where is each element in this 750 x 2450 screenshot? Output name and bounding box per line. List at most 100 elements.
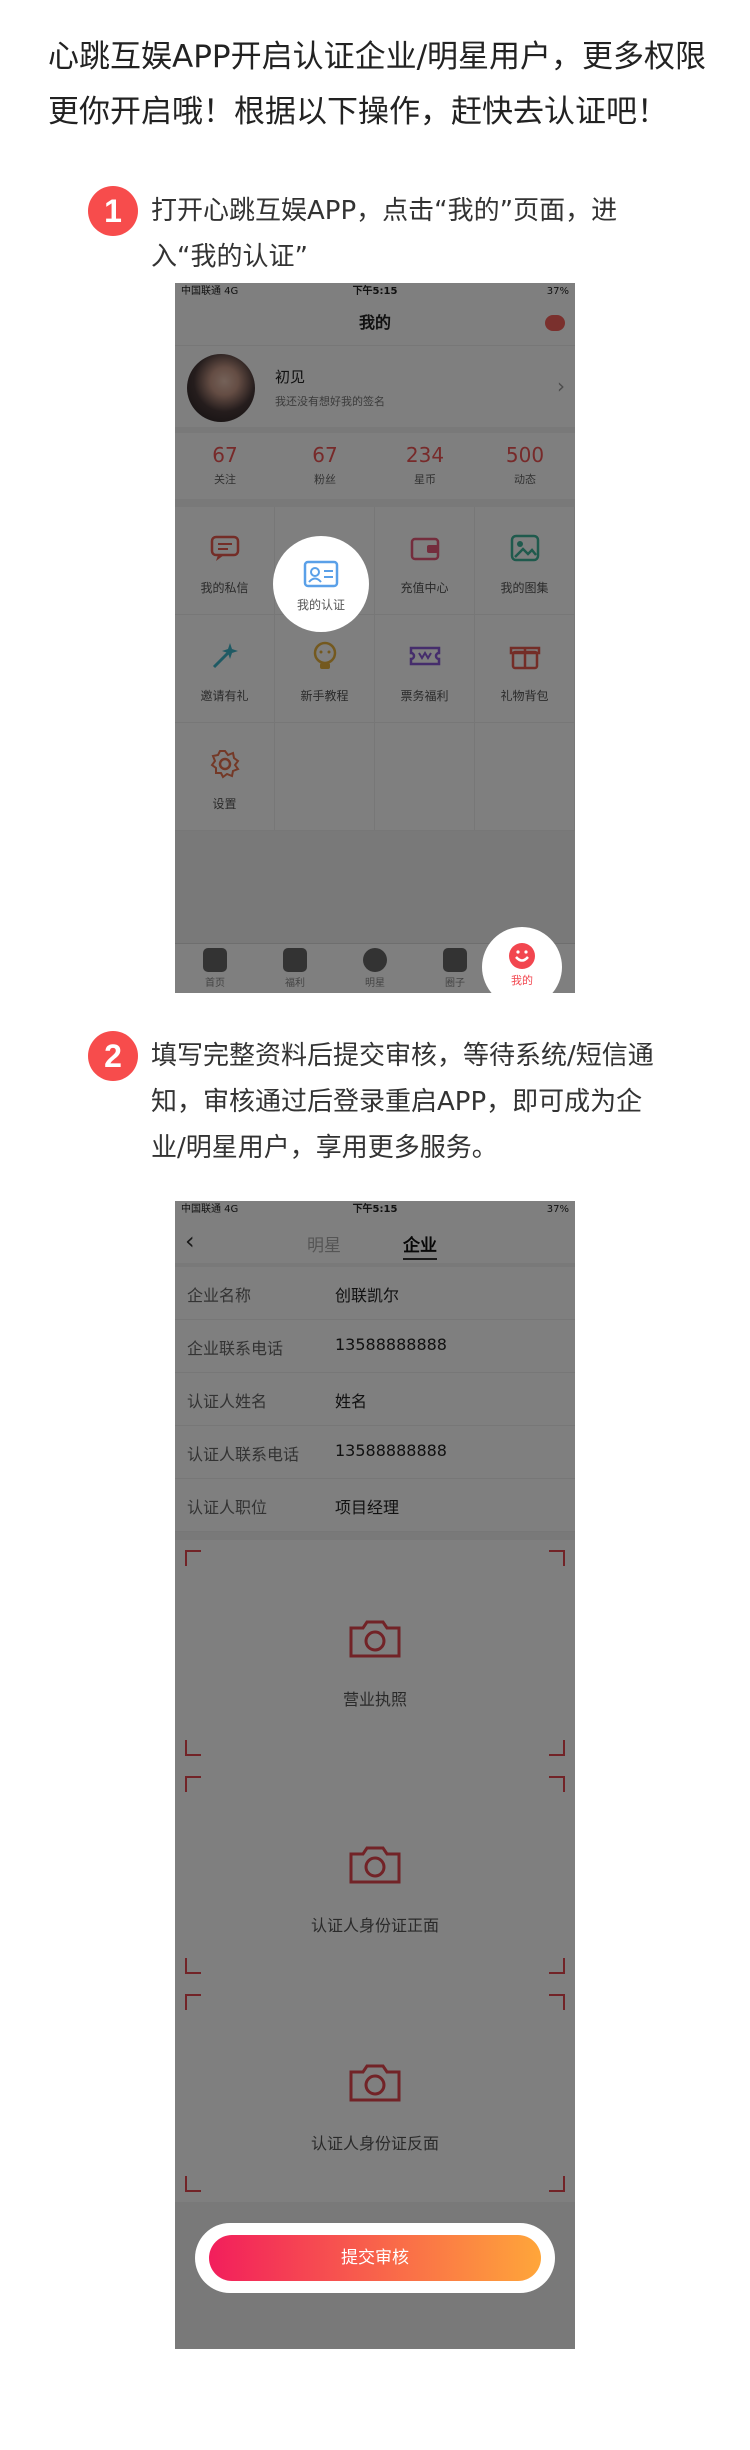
grid-item-recharge[interactable]: 充值中心 [375, 507, 475, 615]
gear-icon [210, 750, 240, 779]
stat-value: 67 [312, 443, 338, 467]
grid-empty [275, 723, 375, 831]
form-row-company-name[interactable]: 企业名称 创联凯尔 [175, 1267, 575, 1320]
stat-label: 粉丝 [314, 473, 336, 486]
field-label: 企业联系电话 [187, 1339, 284, 1358]
tab-label: 首页 [205, 978, 225, 989]
frame-corner [549, 1550, 565, 1566]
upload-business-license[interactable]: 营业执照 [175, 1540, 575, 1766]
form-row-position[interactable]: 认证人职位 项目经理 [175, 1479, 575, 1532]
field-label: 认证人联系电话 [187, 1445, 300, 1464]
tab-home[interactable]: 首页 [175, 944, 255, 993]
intro-text: 心跳互娱APP开启认证企业/明星用户，更多权限更你开启哦！根据以下操作，赶快去认… [48, 39, 707, 130]
phone-screenshot-my-page: 中国联通 4G 下午5:15 37% 我的 初见 我还没有想好我的签名 › 67… [175, 283, 575, 993]
field-label: 企业名称 [187, 1286, 252, 1305]
tab-label: 明星 [365, 978, 385, 989]
step-2: 2 填写完整资料后提交审核，等待系统/短信通知，审核通过后登录重启APP，即可成… [88, 1031, 688, 1181]
frame-corner [185, 1550, 201, 1566]
stat-following[interactable]: 67 关注 [175, 433, 275, 499]
profile-signature: 我还没有想好我的签名 [275, 395, 385, 408]
status-bar: 中国联通 4G 下午5:15 37% [175, 283, 575, 301]
step-number-badge: 2 [88, 1031, 138, 1081]
battery-level: 37% [546, 1204, 569, 1215]
grid-item-messages[interactable]: 我的私信 [175, 507, 275, 615]
grid-item-settings[interactable]: 设置 [175, 723, 275, 831]
frame-corner [185, 1776, 201, 1792]
form-row-person-name[interactable]: 认证人姓名 姓名 [175, 1373, 575, 1426]
grid-item-tickets[interactable]: 票务福利 [375, 615, 475, 723]
tab-welfare[interactable]: 福利 [255, 944, 335, 993]
frame-corner [549, 1740, 565, 1756]
function-grid: 我的私信 充值中心 我的图集 邀请有礼 新手教程 票务福利 礼物背包 设置 [175, 507, 575, 831]
id-card-icon [303, 560, 339, 588]
tab-label: 福利 [285, 978, 305, 989]
nav-bar: ‹ 明星 企业 [175, 1219, 575, 1263]
tab-enterprise[interactable]: 企业 [403, 1231, 437, 1260]
step-1: 1 打开心跳互娱APP，点击“我的”页面，进入“我的认证” [88, 186, 688, 286]
stat-fans[interactable]: 67 粉丝 [275, 433, 375, 499]
clock: 下午5:15 [352, 286, 398, 297]
grid-label: 我的图集 [500, 581, 549, 595]
grid-label: 我的私信 [200, 581, 249, 595]
submit-button[interactable]: 提交审核 [209, 2235, 541, 2281]
stat-label: 动态 [514, 473, 536, 486]
avatar[interactable] [187, 354, 255, 422]
message-icon [210, 535, 239, 561]
frame-corner [549, 1958, 565, 1974]
home-icon [203, 948, 227, 972]
camera-icon [349, 1620, 401, 1658]
tab-label: 我的 [511, 974, 533, 987]
ticket-icon [409, 646, 440, 666]
frame-corner [185, 1958, 201, 1974]
gift-icon [509, 646, 540, 670]
company-phone-input[interactable]: 13588888888 [335, 1335, 447, 1354]
frame-corner [185, 1740, 201, 1756]
grid-label: 礼物背包 [500, 689, 549, 703]
nav-bar: 我的 [175, 301, 575, 345]
tab-star[interactable]: 明星 [307, 1231, 341, 1256]
page-title: 我的 [358, 313, 391, 332]
step-1-text: 打开心跳互娱APP，点击“我的”页面，进入“我的认证” [151, 196, 618, 272]
frame-corner [549, 2176, 565, 2192]
message-icon[interactable] [545, 315, 565, 331]
grid-empty [475, 723, 575, 831]
stat-label: 星币 [414, 473, 436, 486]
grid-label: 邀请有礼 [200, 689, 249, 703]
grid-item-gallery[interactable]: 我的图集 [475, 507, 575, 615]
gift-icon [283, 948, 307, 972]
step-2-text: 填写完整资料后提交审核，等待系统/短信通知，审核通过后登录重启APP，即可成为企… [151, 1041, 654, 1163]
stat-value: 500 [505, 443, 545, 467]
stat-value: 67 [212, 443, 238, 467]
grid-item-gift-bag[interactable]: 礼物背包 [475, 615, 575, 723]
profile-card[interactable]: 初见 我还没有想好我的签名 › [175, 345, 575, 427]
chevron-right-icon: › [557, 374, 565, 398]
field-label: 认证人姓名 [187, 1392, 268, 1411]
stat-posts[interactable]: 500 动态 [475, 433, 575, 499]
upload-label: 认证人身份证反面 [310, 2134, 439, 2153]
person-phone-input[interactable]: 13588888888 [335, 1441, 447, 1460]
highlight-certification[interactable]: 我的认证 [273, 536, 369, 632]
back-arrow-icon[interactable]: ‹ [185, 1227, 195, 1255]
form-row-person-phone[interactable]: 认证人联系电话 13588888888 [175, 1426, 575, 1479]
form-row-company-phone[interactable]: 企业联系电话 13588888888 [175, 1320, 575, 1373]
upload-id-front[interactable]: 认证人身份证正面 [175, 1766, 575, 1984]
highlight-submit: 提交审核 [195, 2223, 555, 2293]
grid-item-invite[interactable]: 邀请有礼 [175, 615, 275, 723]
stat-coins[interactable]: 234 星币 [375, 433, 475, 499]
grid-label: 新手教程 [300, 689, 349, 703]
person-name-input[interactable]: 姓名 [335, 1388, 367, 1412]
shield-icon [443, 948, 467, 972]
frame-corner [185, 1994, 201, 2010]
certification-form: 企业名称 创联凯尔 企业联系电话 13588888888 认证人姓名 姓名 认证人联系… [175, 1267, 575, 1532]
tab-stars[interactable]: 明星 [335, 944, 415, 993]
highlight-tab-mine[interactable]: 我的 [482, 927, 562, 993]
position-input[interactable]: 项目经理 [335, 1494, 399, 1518]
grid-label: 票务福利 [400, 689, 449, 703]
upload-label: 营业执照 [342, 1690, 407, 1709]
grid-label: 设置 [212, 797, 237, 811]
upload-id-back[interactable]: 认证人身份证反面 [175, 1984, 575, 2202]
smile-icon [509, 943, 535, 969]
tab-label: 圈子 [445, 978, 465, 989]
stat-value: 234 [405, 443, 445, 467]
company-name-input[interactable]: 创联凯尔 [335, 1282, 399, 1306]
